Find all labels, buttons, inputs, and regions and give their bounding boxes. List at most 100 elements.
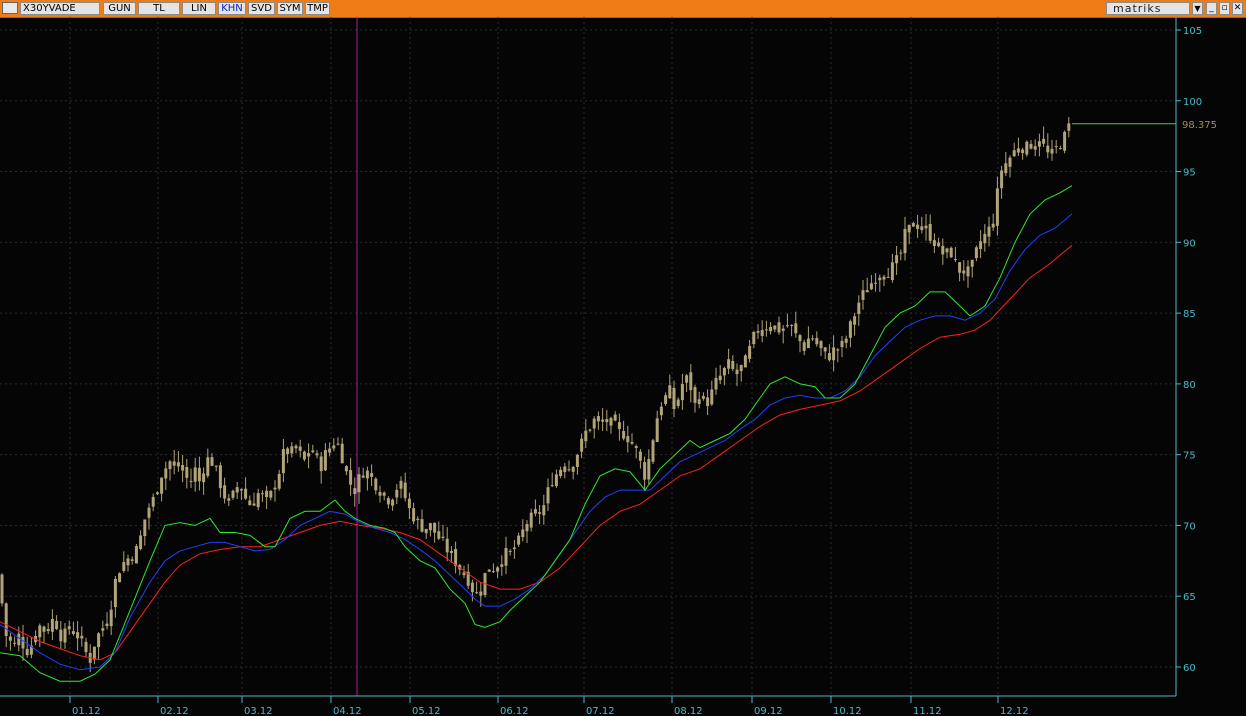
candle-body <box>655 418 659 442</box>
candle-body <box>886 276 890 278</box>
candle-body <box>244 488 248 499</box>
candle-body <box>769 326 773 332</box>
candle-body <box>197 467 201 482</box>
candle-body <box>265 490 269 498</box>
candle-body <box>1008 157 1012 167</box>
candle-body <box>164 468 168 479</box>
candle-body <box>722 367 726 376</box>
candle-body <box>323 450 327 471</box>
close-icon[interactable]: ✕ <box>1232 2 1243 15</box>
candle-body <box>752 332 756 345</box>
lin-button[interactable]: LIN <box>182 2 216 15</box>
x-tick-label: 01.12 <box>72 706 101 716</box>
y-tick-label: 70 <box>1183 521 1196 532</box>
candle-body <box>340 443 344 464</box>
candle-body <box>550 485 554 487</box>
candle-body <box>59 629 63 642</box>
candle-body <box>76 632 80 639</box>
gun-button[interactable]: GUN <box>103 2 136 15</box>
candle-body <box>361 475 365 478</box>
candle-body <box>399 480 403 489</box>
candles <box>0 116 1071 673</box>
candle-body <box>903 228 907 254</box>
x-tick-label: 04.12 <box>333 706 362 716</box>
candle-body <box>294 445 298 449</box>
candle-body <box>567 469 571 471</box>
candle-body <box>496 567 500 572</box>
candle-body <box>613 414 617 421</box>
candle-body <box>966 266 970 277</box>
candle-body <box>500 564 504 567</box>
candle-body <box>218 465 222 489</box>
candle-body <box>601 419 605 422</box>
candle-body <box>151 496 155 507</box>
candle-body <box>13 642 17 644</box>
candle-body <box>84 641 88 653</box>
candle-body <box>542 505 546 516</box>
candle-body <box>580 438 584 452</box>
brand-logo: matriks <box>1106 2 1190 15</box>
candle-body <box>693 387 697 403</box>
svd-button[interactable]: SVD <box>248 2 275 15</box>
candle-body <box>941 245 945 255</box>
y-tick-label: 85 <box>1183 309 1196 320</box>
candle-body <box>865 290 869 293</box>
candle-body <box>176 462 180 467</box>
candle-body <box>634 446 638 449</box>
candle-body <box>987 226 991 237</box>
candle-body <box>143 519 147 537</box>
candle-body <box>890 262 894 281</box>
candle-body <box>63 628 67 643</box>
candle-body <box>706 397 710 407</box>
candle-body <box>588 429 592 431</box>
candle-body <box>311 450 315 453</box>
x-tick-label: 09.12 <box>754 706 783 716</box>
candle-body <box>256 493 260 508</box>
candle-body <box>617 422 621 429</box>
minimize-icon[interactable]: _ <box>1206 2 1217 15</box>
candle-body <box>974 247 978 259</box>
x-tick-label: 05.12 <box>412 706 441 716</box>
chevron-down-icon[interactable]: ▼ <box>1192 2 1203 15</box>
candle-body <box>533 509 537 514</box>
candle-body <box>609 417 613 426</box>
tl-button[interactable]: TL <box>138 2 180 15</box>
candle-body <box>924 225 928 229</box>
candle-body <box>202 473 206 483</box>
candle-body <box>1021 149 1025 154</box>
candle-body <box>932 240 936 246</box>
candle-body <box>836 349 840 351</box>
candle-body <box>718 375 722 381</box>
candle-body <box>596 416 600 422</box>
candle-body <box>697 399 701 404</box>
symbol-field[interactable]: X30YVADE <box>20 2 100 15</box>
khn-button[interactable]: KHN <box>218 2 246 15</box>
candle-body <box>995 188 999 226</box>
candle-body <box>332 445 336 449</box>
candle-body <box>428 523 432 531</box>
candle-body <box>815 337 819 345</box>
candle-body <box>525 524 529 532</box>
candle-body <box>67 626 71 630</box>
candle-body <box>181 465 185 471</box>
candle-body <box>920 226 924 231</box>
candle-body <box>105 623 109 627</box>
last-price-label: 98.375 <box>1182 120 1217 131</box>
sym-button[interactable]: SYM <box>277 2 303 15</box>
chart-menu-icon[interactable] <box>2 2 18 14</box>
candle-body <box>945 248 949 253</box>
tmp-button[interactable]: TMP <box>305 2 330 15</box>
candle-body <box>403 482 407 499</box>
candle-body <box>424 528 428 534</box>
candle-body <box>727 359 731 369</box>
restore-icon[interactable]: ▫ <box>1219 2 1230 15</box>
candle-body <box>290 446 294 454</box>
candle-body <box>911 223 915 227</box>
candle-body <box>113 578 117 608</box>
candle-body <box>101 628 105 631</box>
x-axis: 01.12 02.12 03.12 04.12 05.12 06.12 07.12 08.12… <box>0 695 1176 716</box>
candle-body <box>1050 148 1054 154</box>
candle-body <box>991 223 995 228</box>
candle-body <box>353 488 357 495</box>
price-chart[interactable]: 60 65 70 75 80 85 90 95 100 105 01.12 02.12 03.12 04… <box>0 17 1246 716</box>
